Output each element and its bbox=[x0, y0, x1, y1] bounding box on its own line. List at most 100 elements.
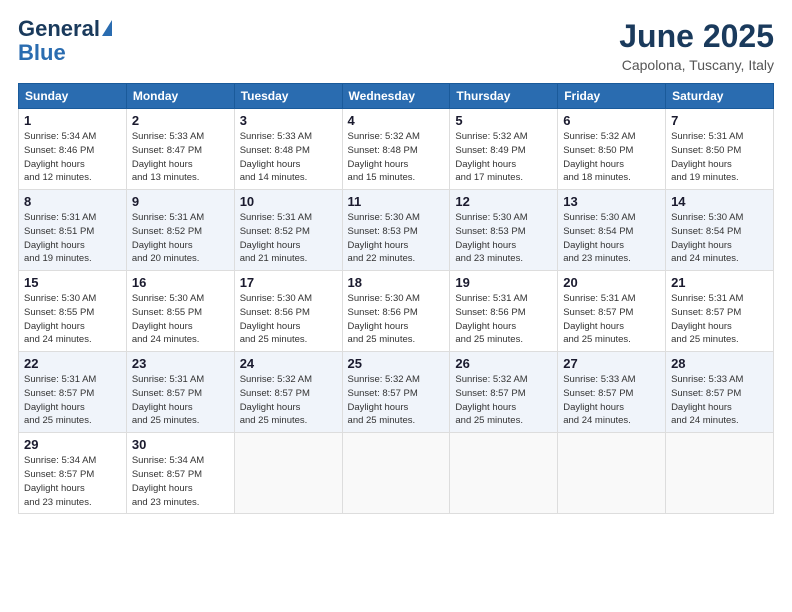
day-number: 25 bbox=[348, 356, 445, 371]
day-info: Sunrise: 5:33 AMSunset: 8:57 PMDaylight … bbox=[671, 373, 768, 428]
day-number: 10 bbox=[240, 194, 337, 209]
calendar-cell: 6 Sunrise: 5:32 AMSunset: 8:50 PMDayligh… bbox=[558, 109, 666, 190]
day-info: Sunrise: 5:31 AMSunset: 8:50 PMDaylight … bbox=[671, 130, 768, 185]
day-number: 17 bbox=[240, 275, 337, 290]
logo-blue-text: Blue bbox=[18, 40, 66, 66]
day-number: 30 bbox=[132, 437, 229, 452]
col-monday: Monday bbox=[126, 84, 234, 109]
calendar-cell: 4 Sunrise: 5:32 AMSunset: 8:48 PMDayligh… bbox=[342, 109, 450, 190]
calendar-week-4: 22 Sunrise: 5:31 AMSunset: 8:57 PMDaylig… bbox=[19, 352, 774, 433]
calendar-week-5: 29 Sunrise: 5:34 AMSunset: 8:57 PMDaylig… bbox=[19, 433, 774, 514]
day-info: Sunrise: 5:31 AMSunset: 8:57 PMDaylight … bbox=[132, 373, 229, 428]
day-number: 16 bbox=[132, 275, 229, 290]
calendar-cell: 24 Sunrise: 5:32 AMSunset: 8:57 PMDaylig… bbox=[234, 352, 342, 433]
day-info: Sunrise: 5:32 AMSunset: 8:49 PMDaylight … bbox=[455, 130, 552, 185]
calendar-cell: 26 Sunrise: 5:32 AMSunset: 8:57 PMDaylig… bbox=[450, 352, 558, 433]
calendar-cell bbox=[666, 433, 774, 514]
day-info: Sunrise: 5:34 AMSunset: 8:57 PMDaylight … bbox=[24, 454, 121, 509]
day-info: Sunrise: 5:32 AMSunset: 8:48 PMDaylight … bbox=[348, 130, 445, 185]
day-number: 2 bbox=[132, 113, 229, 128]
calendar-cell: 23 Sunrise: 5:31 AMSunset: 8:57 PMDaylig… bbox=[126, 352, 234, 433]
day-info: Sunrise: 5:31 AMSunset: 8:52 PMDaylight … bbox=[240, 211, 337, 266]
day-number: 21 bbox=[671, 275, 768, 290]
calendar-cell: 18 Sunrise: 5:30 AMSunset: 8:56 PMDaylig… bbox=[342, 271, 450, 352]
day-number: 7 bbox=[671, 113, 768, 128]
day-number: 12 bbox=[455, 194, 552, 209]
day-info: Sunrise: 5:31 AMSunset: 8:56 PMDaylight … bbox=[455, 292, 552, 347]
day-info: Sunrise: 5:30 AMSunset: 8:56 PMDaylight … bbox=[240, 292, 337, 347]
day-info: Sunrise: 5:30 AMSunset: 8:53 PMDaylight … bbox=[455, 211, 552, 266]
day-number: 18 bbox=[348, 275, 445, 290]
calendar-week-2: 8 Sunrise: 5:31 AMSunset: 8:51 PMDayligh… bbox=[19, 190, 774, 271]
day-info: Sunrise: 5:34 AMSunset: 8:57 PMDaylight … bbox=[132, 454, 229, 509]
logo-general-text: General bbox=[18, 18, 100, 40]
day-number: 14 bbox=[671, 194, 768, 209]
day-info: Sunrise: 5:31 AMSunset: 8:57 PMDaylight … bbox=[24, 373, 121, 428]
day-number: 20 bbox=[563, 275, 660, 290]
calendar-cell: 1 Sunrise: 5:34 AMSunset: 8:46 PMDayligh… bbox=[19, 109, 127, 190]
calendar-cell: 12 Sunrise: 5:30 AMSunset: 8:53 PMDaylig… bbox=[450, 190, 558, 271]
day-number: 23 bbox=[132, 356, 229, 371]
calendar-cell: 3 Sunrise: 5:33 AMSunset: 8:48 PMDayligh… bbox=[234, 109, 342, 190]
calendar-cell: 20 Sunrise: 5:31 AMSunset: 8:57 PMDaylig… bbox=[558, 271, 666, 352]
calendar-cell bbox=[450, 433, 558, 514]
day-info: Sunrise: 5:32 AMSunset: 8:57 PMDaylight … bbox=[348, 373, 445, 428]
day-info: Sunrise: 5:31 AMSunset: 8:51 PMDaylight … bbox=[24, 211, 121, 266]
calendar-cell: 11 Sunrise: 5:30 AMSunset: 8:53 PMDaylig… bbox=[342, 190, 450, 271]
calendar-cell: 15 Sunrise: 5:30 AMSunset: 8:55 PMDaylig… bbox=[19, 271, 127, 352]
calendar-cell bbox=[558, 433, 666, 514]
calendar-cell: 27 Sunrise: 5:33 AMSunset: 8:57 PMDaylig… bbox=[558, 352, 666, 433]
day-number: 27 bbox=[563, 356, 660, 371]
calendar-cell: 14 Sunrise: 5:30 AMSunset: 8:54 PMDaylig… bbox=[666, 190, 774, 271]
logo: General Blue bbox=[18, 18, 112, 66]
day-number: 8 bbox=[24, 194, 121, 209]
day-info: Sunrise: 5:33 AMSunset: 8:57 PMDaylight … bbox=[563, 373, 660, 428]
location: Capolona, Tuscany, Italy bbox=[619, 57, 774, 73]
col-saturday: Saturday bbox=[666, 84, 774, 109]
calendar-cell: 5 Sunrise: 5:32 AMSunset: 8:49 PMDayligh… bbox=[450, 109, 558, 190]
calendar-cell: 8 Sunrise: 5:31 AMSunset: 8:51 PMDayligh… bbox=[19, 190, 127, 271]
page: General Blue June 2025 Capolona, Tuscany… bbox=[0, 0, 792, 612]
day-number: 24 bbox=[240, 356, 337, 371]
day-info: Sunrise: 5:30 AMSunset: 8:54 PMDaylight … bbox=[671, 211, 768, 266]
day-info: Sunrise: 5:30 AMSunset: 8:55 PMDaylight … bbox=[132, 292, 229, 347]
calendar-cell bbox=[342, 433, 450, 514]
title-block: June 2025 Capolona, Tuscany, Italy bbox=[619, 18, 774, 73]
day-info: Sunrise: 5:33 AMSunset: 8:47 PMDaylight … bbox=[132, 130, 229, 185]
day-info: Sunrise: 5:30 AMSunset: 8:55 PMDaylight … bbox=[24, 292, 121, 347]
day-number: 6 bbox=[563, 113, 660, 128]
day-info: Sunrise: 5:34 AMSunset: 8:46 PMDaylight … bbox=[24, 130, 121, 185]
day-number: 19 bbox=[455, 275, 552, 290]
calendar-week-1: 1 Sunrise: 5:34 AMSunset: 8:46 PMDayligh… bbox=[19, 109, 774, 190]
day-info: Sunrise: 5:31 AMSunset: 8:57 PMDaylight … bbox=[671, 292, 768, 347]
day-number: 5 bbox=[455, 113, 552, 128]
calendar-cell: 21 Sunrise: 5:31 AMSunset: 8:57 PMDaylig… bbox=[666, 271, 774, 352]
calendar-cell: 29 Sunrise: 5:34 AMSunset: 8:57 PMDaylig… bbox=[19, 433, 127, 514]
calendar-cell: 16 Sunrise: 5:30 AMSunset: 8:55 PMDaylig… bbox=[126, 271, 234, 352]
calendar-cell: 9 Sunrise: 5:31 AMSunset: 8:52 PMDayligh… bbox=[126, 190, 234, 271]
day-info: Sunrise: 5:32 AMSunset: 8:57 PMDaylight … bbox=[455, 373, 552, 428]
calendar-cell: 10 Sunrise: 5:31 AMSunset: 8:52 PMDaylig… bbox=[234, 190, 342, 271]
day-number: 15 bbox=[24, 275, 121, 290]
calendar-week-3: 15 Sunrise: 5:30 AMSunset: 8:55 PMDaylig… bbox=[19, 271, 774, 352]
day-number: 3 bbox=[240, 113, 337, 128]
calendar-cell bbox=[234, 433, 342, 514]
day-number: 4 bbox=[348, 113, 445, 128]
day-number: 22 bbox=[24, 356, 121, 371]
day-info: Sunrise: 5:31 AMSunset: 8:52 PMDaylight … bbox=[132, 211, 229, 266]
calendar-cell: 22 Sunrise: 5:31 AMSunset: 8:57 PMDaylig… bbox=[19, 352, 127, 433]
col-friday: Friday bbox=[558, 84, 666, 109]
calendar-cell: 2 Sunrise: 5:33 AMSunset: 8:47 PMDayligh… bbox=[126, 109, 234, 190]
calendar-cell: 25 Sunrise: 5:32 AMSunset: 8:57 PMDaylig… bbox=[342, 352, 450, 433]
day-number: 28 bbox=[671, 356, 768, 371]
day-info: Sunrise: 5:30 AMSunset: 8:53 PMDaylight … bbox=[348, 211, 445, 266]
day-number: 26 bbox=[455, 356, 552, 371]
calendar-cell: 19 Sunrise: 5:31 AMSunset: 8:56 PMDaylig… bbox=[450, 271, 558, 352]
day-info: Sunrise: 5:32 AMSunset: 8:57 PMDaylight … bbox=[240, 373, 337, 428]
calendar-table: Sunday Monday Tuesday Wednesday Thursday… bbox=[18, 83, 774, 514]
col-thursday: Thursday bbox=[450, 84, 558, 109]
col-tuesday: Tuesday bbox=[234, 84, 342, 109]
day-number: 9 bbox=[132, 194, 229, 209]
day-number: 1 bbox=[24, 113, 121, 128]
col-sunday: Sunday bbox=[19, 84, 127, 109]
